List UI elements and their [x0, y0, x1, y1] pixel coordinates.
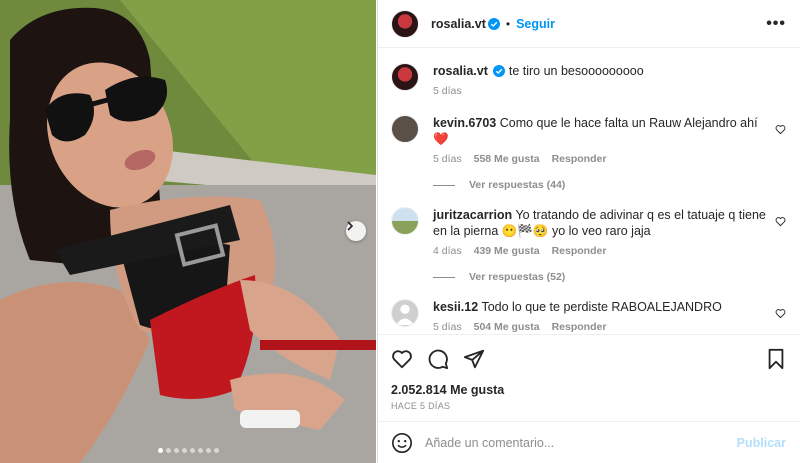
bookmark-icon[interactable] — [766, 348, 786, 370]
reply-button[interactable]: Responder — [552, 321, 607, 333]
heart-icon[interactable] — [391, 348, 413, 370]
view-replies-label: Ver respuestas (44) — [469, 179, 566, 191]
default-user-icon — [395, 304, 415, 325]
publish-button[interactable]: Publicar — [737, 436, 786, 450]
verified-badge-icon — [493, 65, 506, 77]
comment-item: juritzacarrion Yo tratando de adivinar q… — [391, 207, 786, 257]
caption-username[interactable]: rosalia.vt — [433, 64, 488, 78]
caption-text: te tiro un besooooooooo — [508, 64, 644, 78]
like-comment-icon[interactable] — [775, 124, 786, 135]
carousel-dot — [181, 448, 187, 453]
view-replies-label: Ver respuestas (52) — [469, 271, 566, 283]
comment-item: kevin.6703 Como que le hace falta un Rau… — [391, 115, 786, 165]
avatar[interactable] — [391, 115, 419, 143]
comment-age: 4 días — [433, 245, 462, 257]
selfie-image — [0, 0, 376, 463]
next-photo-button[interactable] — [346, 221, 366, 241]
caption-age: 5 días — [433, 85, 462, 97]
comment-likes[interactable]: 504 Me gusta — [474, 321, 540, 333]
share-icon[interactable] — [463, 348, 485, 370]
comment-age: 5 días — [433, 153, 462, 165]
carousel-dot — [205, 448, 211, 453]
post-header: rosalia.vt • Seguir ••• — [378, 0, 800, 48]
carousel-dot — [197, 448, 203, 453]
like-count[interactable]: 2.052.814 Me gusta — [391, 383, 786, 397]
comments-list[interactable]: rosalia.vt te tiro un besooooooooo 5 día… — [378, 49, 800, 333]
chevron-right-icon — [347, 221, 354, 231]
reply-button[interactable]: Responder — [552, 153, 607, 165]
post-actions: 2.052.814 Me gusta HACE 5 DÍAS — [378, 334, 800, 411]
carousel-indicator — [0, 448, 376, 453]
carousel-dot — [157, 448, 163, 453]
divider — [433, 276, 455, 278]
caption: rosalia.vt te tiro un besooooooooo 5 día… — [391, 63, 786, 97]
avatar[interactable] — [391, 9, 419, 38]
comment-username[interactable]: kevin.6703 — [433, 116, 496, 130]
avatar[interactable] — [391, 299, 419, 327]
comment-age: 5 días — [433, 321, 462, 333]
add-comment-bar: Añade un comentario... Publicar — [378, 421, 800, 463]
comment-icon[interactable] — [427, 348, 449, 370]
post-photo[interactable] — [0, 0, 376, 463]
like-comment-icon[interactable] — [775, 308, 786, 319]
more-options-icon[interactable]: ••• — [766, 15, 786, 33]
emoji-icon[interactable] — [391, 432, 413, 454]
like-comment-icon[interactable] — [775, 216, 786, 227]
carousel-dot — [189, 448, 195, 453]
comment-likes[interactable]: 558 Me gusta — [474, 153, 540, 165]
comment-item: kesii.12 Todo lo que te perdiste RABOALE… — [391, 299, 786, 333]
post-timestamp: HACE 5 DÍAS — [391, 401, 451, 411]
comment-username[interactable]: juritzacarrion — [433, 208, 512, 222]
post-side-panel: rosalia.vt • Seguir ••• rosalia.vt te ti… — [377, 0, 800, 463]
view-replies-button[interactable]: Ver respuestas (44) — [433, 179, 786, 191]
separator: • — [505, 16, 511, 31]
reply-button[interactable]: Responder — [552, 245, 607, 257]
carousel-dot — [173, 448, 179, 453]
view-replies-button[interactable]: Ver respuestas (52) — [433, 271, 786, 283]
author-username[interactable]: rosalia.vt — [431, 17, 486, 31]
carousel-dot — [165, 448, 171, 453]
divider — [433, 184, 455, 186]
comment-likes[interactable]: 439 Me gusta — [474, 245, 540, 257]
comment-username[interactable]: kesii.12 — [433, 300, 478, 314]
verified-badge-icon — [487, 17, 500, 30]
avatar[interactable] — [391, 63, 419, 91]
comment-text: Todo lo que te perdiste RABOALEJANDRO — [481, 300, 722, 314]
avatar[interactable] — [391, 207, 419, 235]
follow-button[interactable]: Seguir — [516, 17, 555, 31]
carousel-dot — [213, 448, 219, 453]
comment-input[interactable]: Añade un comentario... — [425, 436, 725, 450]
